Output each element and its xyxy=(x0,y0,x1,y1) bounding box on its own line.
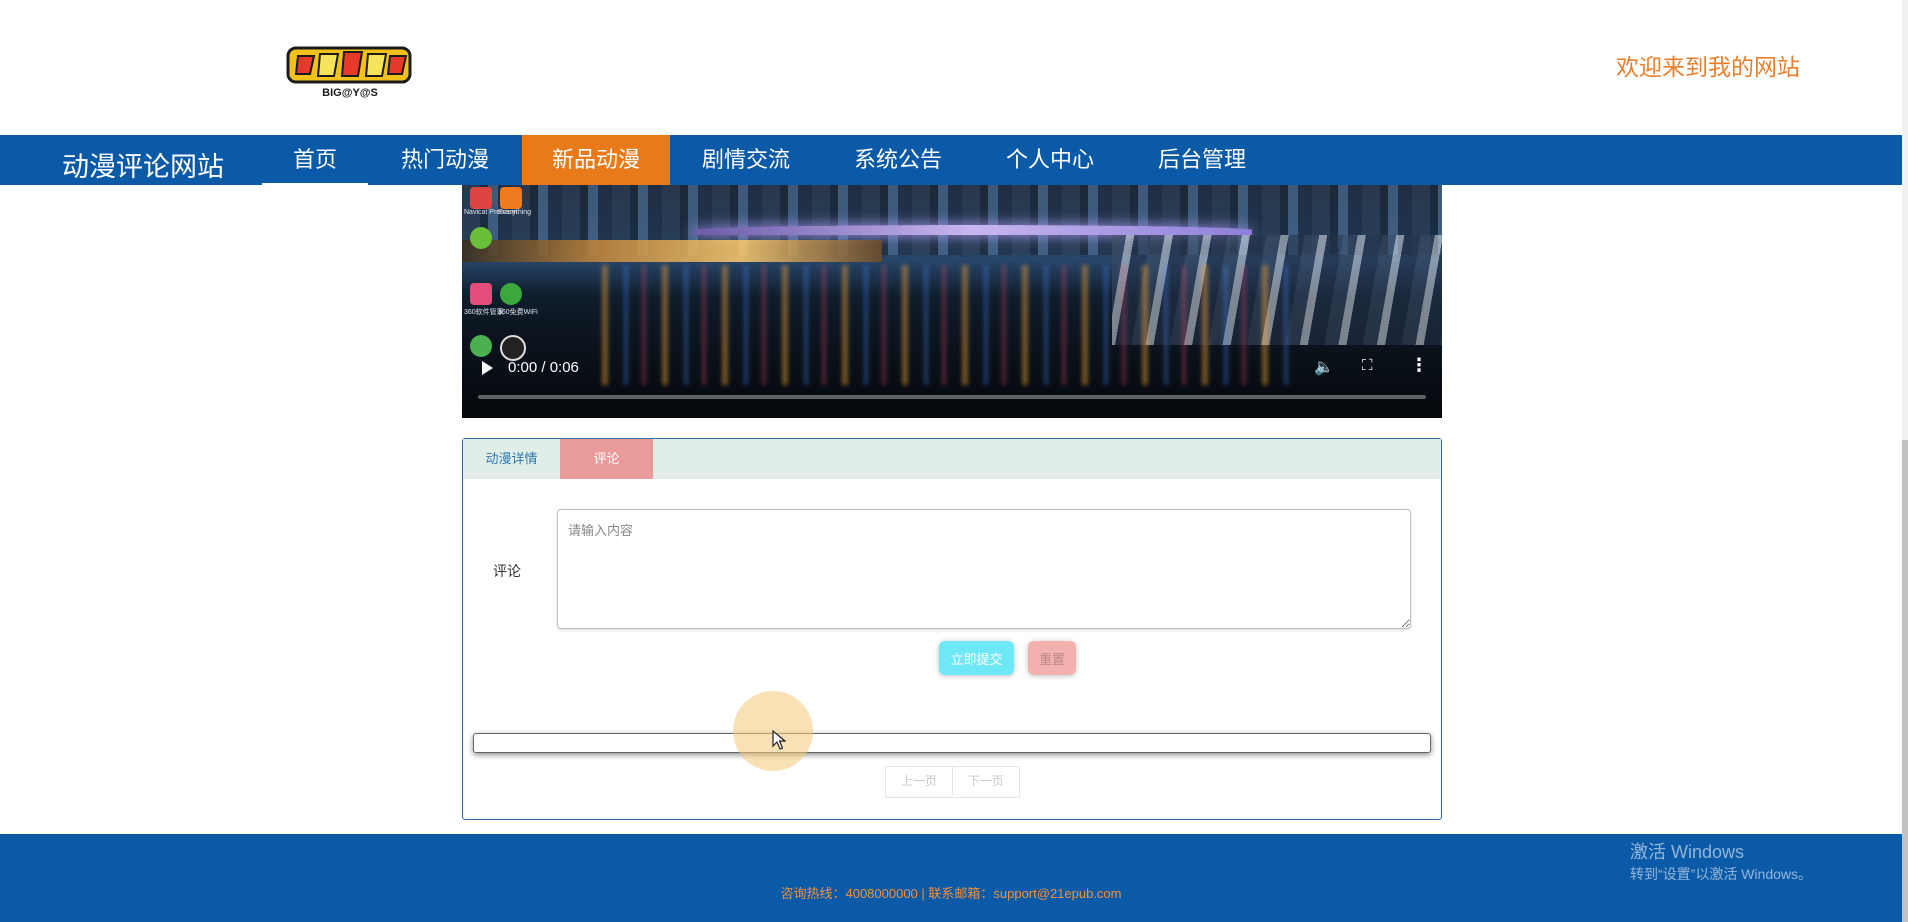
video-frame-shore xyxy=(462,240,882,262)
nav-item-admin[interactable]: 后台管理 xyxy=(1126,135,1278,185)
site-footer: 咨询热线：4008000000 | 联系邮箱：support@21epub.co… xyxy=(0,834,1902,922)
nav-item-announcements[interactable]: 系统公告 xyxy=(822,135,974,185)
pagination: 上一页 下一页 xyxy=(885,766,1020,798)
video-time: 0:00 / 0:06 xyxy=(508,359,579,376)
welcome-text: 欢迎来到我的网站 xyxy=(1616,54,1800,80)
comment-field-label: 评论 xyxy=(493,563,521,579)
fullscreen-icon[interactable]: ⛶ xyxy=(1362,357,1373,374)
nav-item-label: 剧情交流 xyxy=(701,147,790,172)
nav-item-plot-discussion[interactable]: 剧情交流 xyxy=(670,135,822,185)
reset-button[interactable]: 重置 xyxy=(1028,641,1076,675)
mouse-cursor-icon xyxy=(772,730,786,750)
nav-item-label: 个人中心 xyxy=(1005,147,1094,172)
desktop-app-icon xyxy=(500,335,526,361)
nav-underline xyxy=(262,183,368,185)
desktop-app-icon xyxy=(500,283,522,305)
desktop-app-icon xyxy=(470,227,492,249)
next-page-button[interactable]: 下一页 xyxy=(952,767,1019,795)
nav-item-label: 首页 xyxy=(292,147,337,172)
video-frame-reflection xyxy=(602,265,1302,385)
logo-text: BIG@Y@S xyxy=(322,87,378,99)
page-scrollbar-thumb[interactable] xyxy=(1902,440,1908,922)
video-frame-bridge xyxy=(692,225,1252,235)
tab-anime-details[interactable]: 动漫详情 xyxy=(463,439,560,479)
desktop-app-icon xyxy=(500,187,522,209)
desktop-app-icon xyxy=(470,187,492,209)
logo-graphic: BIG@Y@S xyxy=(286,46,412,99)
tab-bar: 动漫详情 评论 xyxy=(463,439,1441,479)
desktop-icon-label: Everything xyxy=(498,209,532,216)
nav-item-personal-center[interactable]: 个人中心 xyxy=(974,135,1126,185)
windows-activation-title: 激活 Windows xyxy=(1630,842,1745,862)
nav-item-hot-anime[interactable]: 热门动漫 xyxy=(368,135,522,185)
play-icon[interactable] xyxy=(482,361,493,375)
comment-list-item xyxy=(473,733,1431,753)
nav-item-new-anime[interactable]: 新品动漫 xyxy=(522,135,670,185)
video-progress-bar[interactable] xyxy=(478,395,1426,399)
nav-item-label: 系统公告 xyxy=(853,147,942,172)
footer-contact-info: 咨询热线：4008000000 | 联系邮箱：support@21epub.co… xyxy=(780,886,1122,901)
comment-input[interactable] xyxy=(557,509,1411,629)
desktop-icon-label: 360免费WiFi xyxy=(498,309,538,316)
nav-item-home[interactable]: 首页 xyxy=(262,135,368,185)
submit-button[interactable]: 立即提交 xyxy=(939,641,1014,675)
nav-item-label: 新品动漫 xyxy=(551,147,640,172)
detail-panel: 动漫详情 评论 评论 立即提交 重置 上一页 下一页 xyxy=(462,438,1442,820)
tab-comments[interactable]: 评论 xyxy=(560,439,653,479)
desktop-app-icon xyxy=(470,335,492,357)
site-header: BIG@Y@S 欢迎来到我的网站 xyxy=(0,0,1902,135)
desktop-app-icon xyxy=(470,283,492,305)
site-logo[interactable]: BIG@Y@S xyxy=(284,34,416,100)
more-options-icon[interactable]: ⋮ xyxy=(1410,355,1428,376)
volume-icon[interactable]: 🔈 xyxy=(1314,357,1334,377)
nav-item-label: 热门动漫 xyxy=(400,147,489,172)
site-brand[interactable]: 动漫评论网站 xyxy=(62,145,224,184)
prev-page-button[interactable]: 上一页 xyxy=(886,767,952,795)
video-player[interactable]: Navicat Premium Everything 360软件管家 360免费… xyxy=(462,185,1442,418)
main-nav: 动漫评论网站 首页 热门动漫 新品动漫 剧情交流 系统公告 个人中心 后台管理 xyxy=(0,135,1902,185)
windows-activation-subtitle: 转到“设置”以激活 Windows。 xyxy=(1630,866,1813,882)
nav-item-label: 后台管理 xyxy=(1157,147,1246,172)
